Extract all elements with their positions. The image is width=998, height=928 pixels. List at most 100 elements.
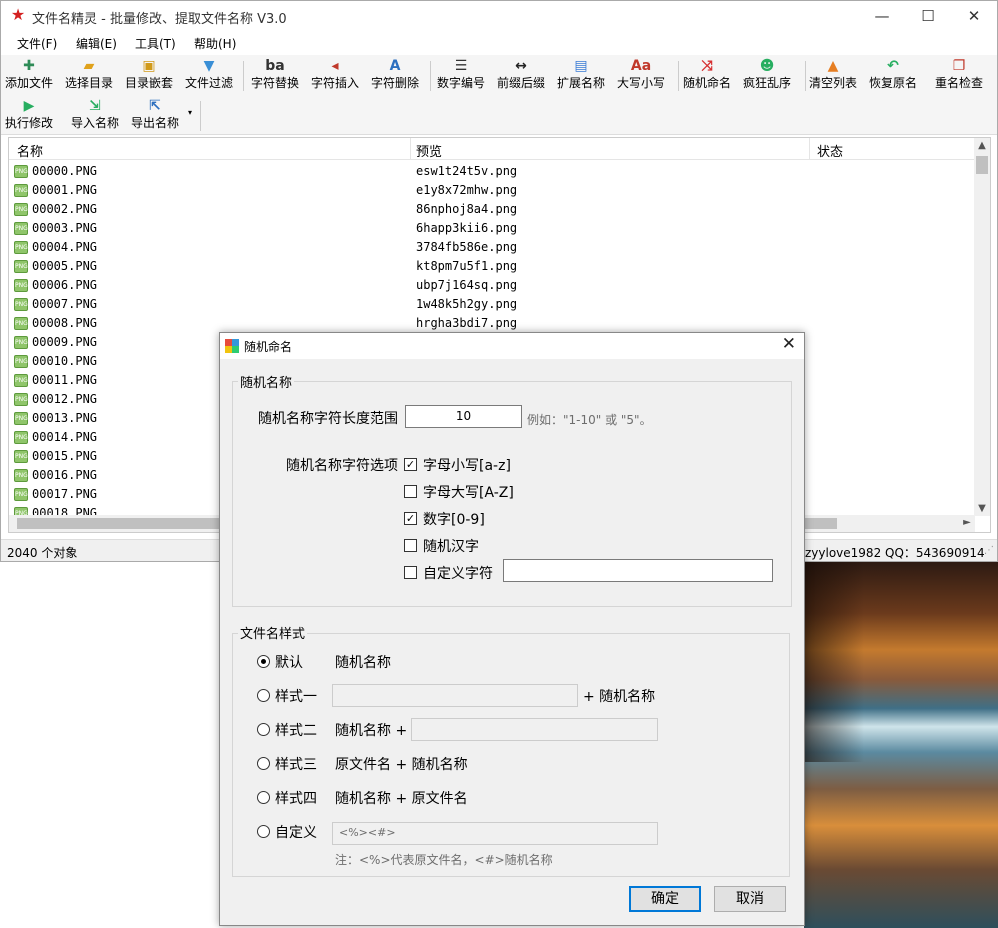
vertical-scrollbar[interactable]: ▲ ▼ <box>974 138 990 516</box>
list-row[interactable]: PNG 00005.PNG kt8pm7u5f1.png <box>9 257 975 276</box>
vertical-scroll-thumb[interactable] <box>976 156 988 174</box>
menu-tools[interactable]: 工具(T) <box>135 35 176 52</box>
scroll-up-icon[interactable]: ▲ <box>974 140 990 151</box>
row-preview: 3784fb586e.png <box>416 240 518 254</box>
scroll-down-icon[interactable]: ▼ <box>974 503 990 514</box>
toolbar-button-label: 目录嵌套 <box>125 76 174 90</box>
option-checkbox-4[interactable] <box>404 566 417 579</box>
maximize-button[interactable]: ☐ <box>905 1 951 31</box>
menu-file[interactable]: 文件(F) <box>17 35 57 52</box>
style-3-radio[interactable] <box>257 757 270 770</box>
ok-button[interactable]: 确定 <box>629 886 701 912</box>
play-button[interactable]: ▶ 执行修改 <box>5 97 53 135</box>
column-preview[interactable]: 预览 <box>416 141 442 160</box>
option-checkbox-0[interactable]: ✓ <box>404 458 417 471</box>
option-checkbox-1[interactable] <box>404 485 417 498</box>
cancel-button[interactable]: 取消 <box>714 886 786 912</box>
option-label-4[interactable]: 自定义字符 <box>423 563 493 583</box>
window-title: 文件名精灵 - 批量修改、提取文件名称 V3.0 <box>32 12 287 27</box>
char-options-label: 随机名称字符选项 <box>286 458 398 474</box>
toolbar-button-label: 选择目录 <box>65 76 114 90</box>
resize-grip-icon[interactable]: ⋰ <box>984 545 994 556</box>
custom-pattern-input[interactable]: <%><#> <box>332 822 658 845</box>
extension-button[interactable]: ▤ 扩展名称 <box>557 57 605 95</box>
style-1-radio[interactable] <box>257 689 270 702</box>
nested-folder-button[interactable]: ▣ 目录嵌套 <box>125 57 173 95</box>
list-row[interactable]: PNG 00006.PNG ubp7j164sq.png <box>9 276 975 295</box>
dialog-app-icon <box>225 339 240 353</box>
style-custom-radio[interactable] <box>257 825 270 838</box>
prefix-suffix-button[interactable]: ↔ 前缀后缀 <box>497 57 545 95</box>
close-button[interactable]: ✕ <box>951 1 997 31</box>
custom-chars-input[interactable] <box>503 559 773 582</box>
length-range-input[interactable]: 10 <box>405 405 522 428</box>
row-filename: 00009.PNG <box>32 335 98 349</box>
insert-button[interactable]: ◂ 字符插入 <box>311 57 359 95</box>
numbering-icon: ☰ <box>454 58 468 74</box>
style-1-prefix-input[interactable] <box>332 684 578 707</box>
list-row[interactable]: PNG 00000.PNG esw1t24t5v.png <box>9 162 975 181</box>
option-checkbox-2[interactable]: ✓ <box>404 512 417 525</box>
list-row[interactable]: PNG 00007.PNG 1w48k5h2gy.png <box>9 295 975 314</box>
row-preview: hrgha3bdi7.png <box>416 316 518 330</box>
row-preview: esw1t24t5v.png <box>416 164 518 178</box>
png-file-icon: PNG <box>14 184 28 197</box>
style-1-label[interactable]: 样式一 <box>275 686 317 706</box>
shuffle-button[interactable]: ⤨ 随机命名 <box>683 57 731 95</box>
column-name[interactable]: 名称 <box>17 141 43 160</box>
style-default-desc: 随机名称 <box>335 655 391 671</box>
style-4-label[interactable]: 样式四 <box>275 788 317 808</box>
shuffle-icon: ⤨ <box>701 58 713 74</box>
column-divider[interactable] <box>809 138 810 160</box>
menu-edit[interactable]: 编辑(E) <box>76 35 117 52</box>
dialog-title-bar[interactable]: 随机命名 ✕ <box>220 333 804 359</box>
list-row[interactable]: PNG 00004.PNG 3784fb586e.png <box>9 238 975 257</box>
style-2-radio[interactable] <box>257 723 270 736</box>
export-dropdown-arrow[interactable]: ▾ <box>188 108 192 117</box>
menu-help[interactable]: 帮助(H) <box>194 35 236 52</box>
add-file-icon: ✚ <box>23 58 35 74</box>
list-row[interactable]: PNG 00001.PNG e1y8x72mhw.png <box>9 181 975 200</box>
export-icon: ⇱ <box>149 98 161 114</box>
column-status[interactable]: 状态 <box>817 141 843 160</box>
style-default-radio[interactable] <box>257 655 270 668</box>
png-file-icon: PNG <box>14 374 28 387</box>
replace-button[interactable]: ba 字符替换 <box>251 57 299 95</box>
style-3-label[interactable]: 样式三 <box>275 754 317 774</box>
option-label-1[interactable]: 字母大写[A-Z] <box>423 482 514 502</box>
style-custom-label[interactable]: 自定义 <box>275 822 317 842</box>
option-label-2[interactable]: 数字[0-9] <box>423 509 485 529</box>
style-2-label[interactable]: 样式二 <box>275 720 317 740</box>
undo-button[interactable]: ↶ 恢复原名 <box>869 57 917 95</box>
import-button[interactable]: ⇲ 导入名称 <box>71 97 119 135</box>
style-4-desc: 随机名称 + 原文件名 <box>335 791 468 807</box>
option-checkbox-3[interactable] <box>404 539 417 552</box>
column-divider[interactable] <box>410 138 411 160</box>
list-row[interactable]: PNG 00002.PNG 86nphoj8a4.png <box>9 200 975 219</box>
case-button[interactable]: Aa 大写小写 <box>617 57 665 95</box>
folder-button[interactable]: ▰ 选择目录 <box>65 57 113 95</box>
numbering-button[interactable]: ☰ 数字编号 <box>437 57 485 95</box>
duplicate-check-button[interactable]: ❐ 重名检查 <box>935 57 983 95</box>
title-bar[interactable]: ★ 文件名精灵 - 批量修改、提取文件名称 V3.0 — ☐ ✕ <box>1 1 997 31</box>
style-default-label[interactable]: 默认 <box>275 652 303 672</box>
filter-button[interactable]: ▼ 文件过滤 <box>185 57 233 95</box>
toolbar-button-label: 大写小写 <box>617 76 666 90</box>
list-row[interactable]: PNG 00008.PNG hrgha3bdi7.png <box>9 314 975 333</box>
crazy-sort-button[interactable]: ☻ 疯狂乱序 <box>743 57 791 95</box>
style-2-suffix-input[interactable] <box>411 718 658 741</box>
scroll-right-icon[interactable]: ► <box>959 517 975 528</box>
add-file-button[interactable]: ✚ 添加文件 <box>5 57 53 95</box>
filter-icon: ▼ <box>203 58 215 74</box>
clear-list-button[interactable]: ▲ 清空列表 <box>809 57 857 95</box>
minimize-button[interactable]: — <box>859 1 905 31</box>
list-header: 名称 预览 状态 <box>9 138 975 160</box>
png-file-icon: PNG <box>14 241 28 254</box>
delete-char-button[interactable]: A 字符删除 <box>371 57 419 95</box>
export-button[interactable]: ⇱ 导出名称 <box>131 97 179 135</box>
style-4-radio[interactable] <box>257 791 270 804</box>
option-label-3[interactable]: 随机汉字 <box>423 536 479 556</box>
dialog-close-button[interactable]: ✕ <box>782 334 796 354</box>
option-label-0[interactable]: 字母小写[a-z] <box>423 455 511 475</box>
list-row[interactable]: PNG 00003.PNG 6happ3kii6.png <box>9 219 975 238</box>
